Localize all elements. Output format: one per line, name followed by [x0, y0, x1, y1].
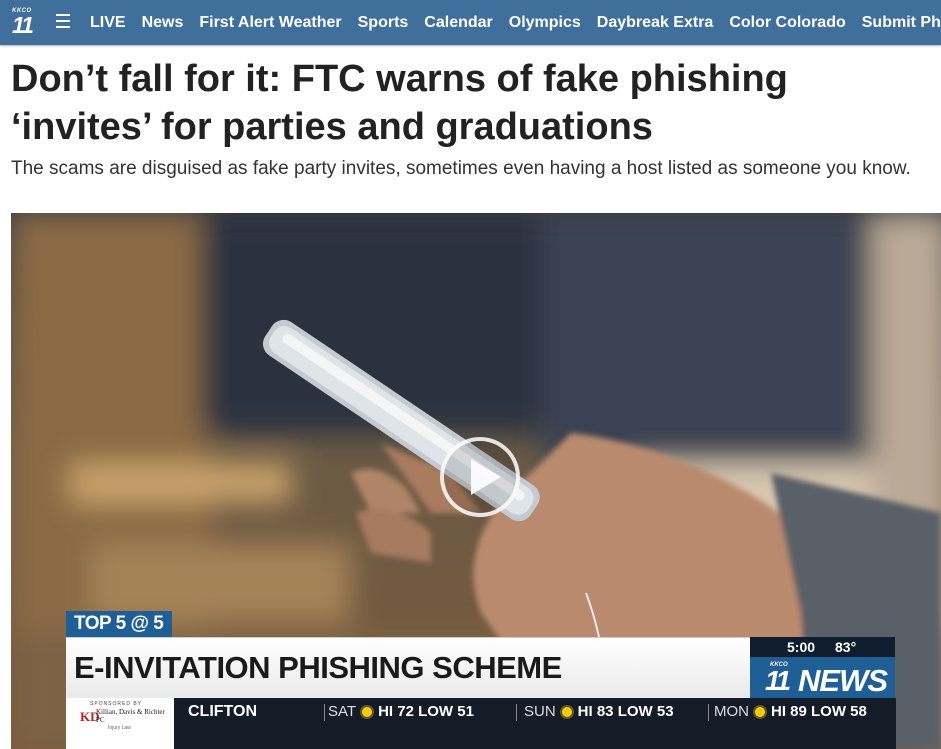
- nav-item-daybreak-extra[interactable]: Daybreak Extra: [597, 14, 714, 32]
- hamburger-menu-icon[interactable]: [56, 14, 70, 28]
- weather-ticker: SPONSORED BY KD Killian, Davis & Richter…: [66, 698, 896, 749]
- forecast-hilo: HI 89 LOW 58: [771, 703, 867, 720]
- lower-third-text: E-INVITATION PHISHING SCHEME: [74, 650, 562, 685]
- forecast-hilo: HI 83 LOW 53: [577, 703, 674, 720]
- nav-item-olympics[interactable]: Olympics: [509, 14, 581, 32]
- news-logo-number: 11: [765, 665, 791, 696]
- kkco-11-logo[interactable]: KKCO 11: [8, 5, 42, 39]
- sponsor-name: Killian, Davis & Richter PC: [96, 708, 165, 724]
- nav-item-color-colorado[interactable]: Color Colorado: [729, 14, 845, 32]
- nav-item-news[interactable]: News: [142, 14, 184, 32]
- sponsor-top-text: SPONSORED BY: [90, 701, 143, 707]
- play-button[interactable]: [440, 437, 520, 517]
- nav-item-first-alert-weather[interactable]: First Alert Weather: [199, 14, 341, 32]
- article-dek: The scams are disguised as fake party in…: [11, 158, 911, 179]
- news-logo-word: NEWS: [798, 663, 888, 698]
- play-icon: [471, 459, 501, 495]
- logo-number: 11: [12, 12, 34, 38]
- lower-third-banner: E-INVITATION PHISHING SCHEME: [66, 637, 750, 699]
- partly-cloudy-icon: [362, 707, 373, 717]
- forecast-day: SAT: [328, 703, 357, 720]
- forecast-hilo: HI 72 LOW 51: [378, 703, 474, 720]
- forecast-mon: MON HI 89 LOW 58: [714, 703, 867, 720]
- ticker-city: CLIFTON: [188, 703, 258, 720]
- sun-icon: [755, 707, 765, 717]
- time-temp-box: 5:00 83°: [750, 637, 895, 657]
- forecast-day: MON: [714, 703, 749, 720]
- video-player[interactable]: TOP 5 @ 5 E-INVITATION PHISHING SCHEME 5…: [11, 213, 941, 749]
- sponsor-sub: Injury Law: [108, 725, 131, 731]
- ticker-divider: [516, 704, 517, 721]
- segment-tag: TOP 5 @ 5: [66, 611, 173, 637]
- broadcast-time: 5:00: [787, 639, 816, 655]
- kkco-11-news-logo: KKCO 11 NEWS: [750, 657, 895, 698]
- nav-items: LIVE News First Alert Weather Sports Cal…: [90, 0, 941, 45]
- sun-icon: [561, 707, 572, 717]
- nav-item-sports[interactable]: Sports: [358, 14, 409, 32]
- ticker-divider: [708, 704, 709, 721]
- broadcast-temp: 83°: [835, 639, 857, 655]
- sponsor-logo: SPONSORED BY KD Killian, Davis & Richter…: [66, 698, 174, 749]
- forecast-day: SUN: [524, 703, 556, 720]
- nav-item-calendar[interactable]: Calendar: [424, 14, 492, 32]
- nav-item-live[interactable]: LIVE: [90, 14, 126, 32]
- top-navigation-bar: KKCO 11 LIVE News First Alert Weather Sp…: [0, 0, 941, 45]
- article-headline: Don’t fall for it: FTC warns of fake phi…: [11, 58, 788, 148]
- forecast-sun: SUN HI 83 LOW 53: [524, 703, 674, 720]
- ticker-divider: [324, 704, 325, 721]
- nav-item-submit[interactable]: Submit Ph: [862, 14, 941, 32]
- forecast-sat: SAT HI 72 LOW 51: [328, 703, 474, 720]
